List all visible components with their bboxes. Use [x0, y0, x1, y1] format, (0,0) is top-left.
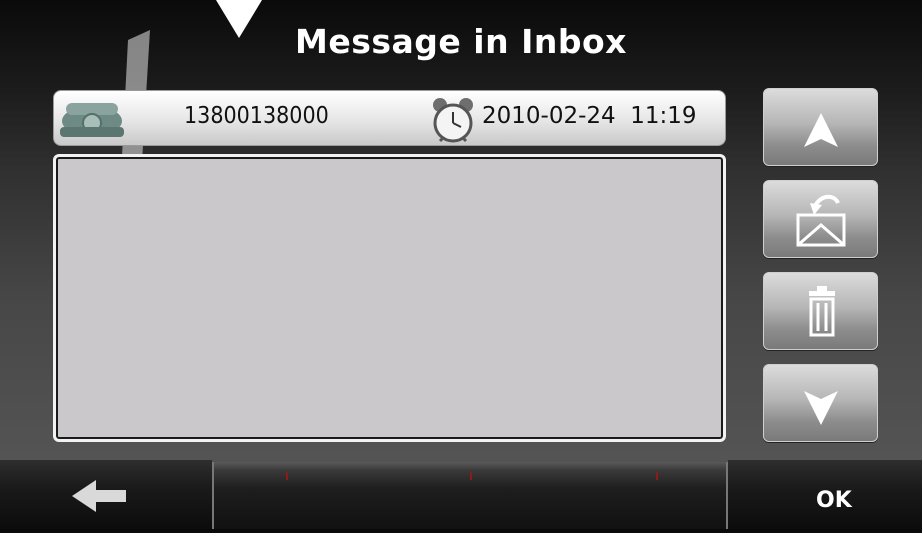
- message-body[interactable]: [53, 154, 726, 442]
- status-panel: [212, 462, 728, 529]
- message-header: 13800138000 2010-02-24 11:19: [53, 90, 726, 146]
- back-arrow-icon: [72, 480, 126, 512]
- phone-icon: [60, 103, 124, 137]
- scroll-up-button[interactable]: [763, 88, 878, 166]
- ok-button[interactable]: OK: [728, 460, 922, 529]
- divider-tick: [656, 472, 658, 480]
- delete-button[interactable]: [763, 272, 878, 350]
- reply-envelope-icon: [796, 194, 846, 247]
- message-datetime: 2010-02-24 11:19: [482, 103, 697, 129]
- divider-tick: [470, 472, 472, 480]
- alarm-clock-icon: [433, 98, 473, 143]
- arrow-up-icon: [804, 113, 838, 147]
- arrow-down-icon: [804, 391, 838, 425]
- page-title: Message in Inbox: [295, 22, 627, 61]
- back-button[interactable]: [0, 460, 212, 529]
- divider-tick: [286, 472, 288, 480]
- reply-button[interactable]: [763, 180, 878, 258]
- scroll-down-button[interactable]: [763, 364, 878, 442]
- sender-phone-number: 13800138000: [184, 103, 329, 129]
- trash-icon: [809, 286, 835, 337]
- ok-label: OK: [816, 488, 852, 513]
